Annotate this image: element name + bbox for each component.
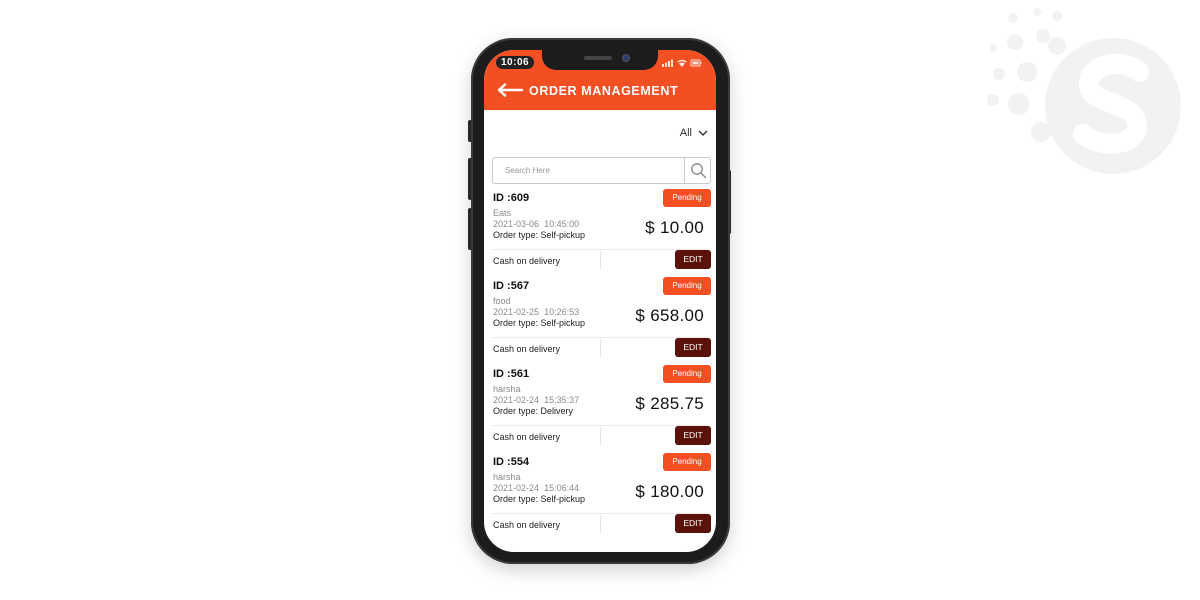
order-amount: $ 10.00 — [645, 218, 704, 237]
search-icon[interactable] — [690, 162, 707, 179]
order-card[interactable]: ID :567 Pending food 2021-02-25 10:26:53… — [484, 276, 716, 364]
speaker-grille — [584, 56, 612, 60]
payment-separator — [600, 515, 601, 533]
payment-method: Cash on delivery — [493, 520, 561, 530]
status-time: 10:06 — [496, 56, 535, 69]
search-input[interactable] — [493, 158, 683, 183]
order-time: 10:45:00 — [544, 219, 580, 229]
order-datetime: 2021-02-24 15:35:37 — [493, 395, 579, 405]
order-time: 10:26:53 — [544, 307, 580, 317]
search-divider — [684, 158, 685, 183]
order-amount: $ 658.00 — [635, 306, 704, 325]
payment-method: Cash on delivery — [493, 256, 561, 266]
order-datetime: 2021-03-06 10:45:00 — [493, 219, 579, 229]
order-time: 15:06:44 — [544, 483, 580, 493]
order-id: ID :567 — [493, 280, 530, 292]
phone-notch — [542, 50, 658, 70]
order-date: 2021-02-25 — [493, 307, 540, 317]
order-type: Order type: Delivery — [493, 406, 574, 416]
status-icons — [662, 59, 702, 67]
status-badge: Pending — [663, 277, 711, 295]
order-date: 2021-02-24 — [493, 395, 540, 405]
orders-list: ID :609 Pending Eats 2021-03-06 10:45:00… — [484, 188, 716, 540]
chevron-down-icon — [698, 130, 708, 136]
payment-method: Cash on delivery — [493, 344, 561, 354]
search-bar — [492, 157, 711, 184]
edit-button[interactable]: EDIT — [675, 338, 711, 357]
order-card[interactable]: ID :554 Pending harsha 2021-02-24 15:06:… — [484, 452, 716, 540]
filter-selected: All — [679, 127, 692, 139]
order-type: Order type: Self-pickup — [493, 494, 586, 504]
filter-dropdown[interactable]: All — [680, 127, 708, 139]
order-time: 15:35:37 — [544, 395, 580, 405]
payment-separator — [600, 339, 601, 357]
order-card[interactable]: ID :609 Pending Eats 2021-03-06 10:45:00… — [484, 188, 716, 276]
order-type: Order type: Self-pickup — [493, 230, 586, 240]
payment-separator — [600, 427, 601, 445]
order-card[interactable]: ID :561 Pending harsha 2021-02-24 15:35:… — [484, 364, 716, 452]
order-customer: harsha — [493, 384, 521, 394]
order-date: 2021-02-24 — [493, 483, 540, 493]
order-datetime: 2021-02-25 10:26:53 — [493, 307, 579, 317]
payment-separator — [600, 251, 601, 269]
edit-button[interactable]: EDIT — [675, 514, 711, 533]
phone-screen: 10:06 ORDER MANAGEMENT All Search Here I… — [484, 50, 716, 552]
payment-method: Cash on delivery — [493, 432, 561, 442]
order-id: ID :609 — [493, 192, 530, 204]
brand-logo-icon — [987, 8, 1181, 174]
status-badge: Pending — [663, 189, 711, 207]
order-datetime: 2021-02-24 15:06:44 — [493, 483, 579, 493]
front-camera — [622, 54, 630, 62]
order-date: 2021-03-06 — [493, 219, 540, 229]
order-id: ID :554 — [493, 456, 530, 468]
order-customer: Eats — [493, 208, 512, 218]
order-amount: $ 180.00 — [635, 482, 704, 501]
order-id: ID :561 — [493, 368, 530, 380]
edit-button[interactable]: EDIT — [675, 426, 711, 445]
order-customer: harsha — [493, 472, 521, 482]
edit-button[interactable]: EDIT — [675, 250, 711, 269]
page-title: ORDER MANAGEMENT — [529, 84, 679, 98]
order-customer: food — [493, 296, 511, 306]
back-arrow-icon[interactable] — [496, 83, 524, 97]
status-badge: Pending — [663, 365, 711, 383]
order-amount: $ 285.75 — [635, 394, 704, 413]
order-type: Order type: Self-pickup — [493, 318, 586, 328]
status-badge: Pending — [663, 453, 711, 471]
app-header: 10:06 ORDER MANAGEMENT — [484, 50, 716, 110]
